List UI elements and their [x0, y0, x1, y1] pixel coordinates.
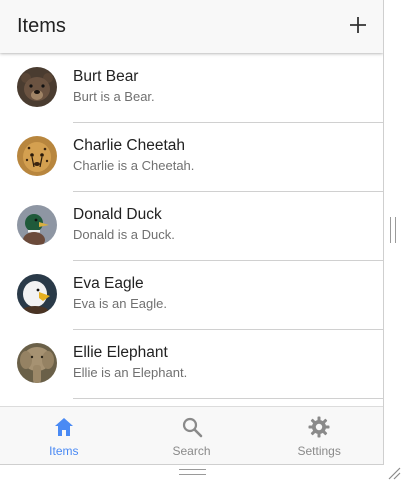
home-icon [54, 418, 73, 436]
item-name: Donald Duck [73, 206, 162, 223]
item-description: Ellie is an Elephant. [73, 365, 188, 380]
toolbar: Items [0, 0, 383, 53]
horizontal-resize-handle[interactable] [179, 469, 206, 475]
item-description: Burt is a Bear. [73, 89, 155, 104]
item-description: Charlie is a Cheetah. [73, 158, 195, 173]
item-description: Eva is an Eagle. [73, 296, 167, 311]
resize-corner-icon[interactable] [387, 466, 401, 480]
tab-items[interactable]: Items [0, 407, 128, 464]
divider [73, 398, 383, 399]
page-title: Items [17, 15, 66, 37]
list-item[interactable]: Eva Eagle Eva is an Eagle. [0, 261, 383, 330]
avatar-duck [17, 205, 57, 245]
app-window: Items Burt Bear Burt is a Bear. Charlie … [0, 0, 384, 465]
add-item-button[interactable] [345, 12, 371, 38]
item-name: Eva Eagle [73, 275, 144, 292]
avatar-cheetah [17, 136, 57, 176]
avatar-elephant [17, 343, 57, 383]
tab-label: Items [49, 444, 79, 458]
avatar-eagle [17, 274, 57, 314]
items-list: Burt Bear Burt is a Bear. Charlie Cheeta… [0, 54, 383, 406]
tab-label: Settings [297, 444, 341, 458]
tab-label: Search [172, 444, 211, 458]
item-name: Charlie Cheetah [73, 137, 186, 154]
item-description: Donald is a Duck. [73, 227, 175, 242]
tab-search[interactable]: Search [128, 407, 256, 464]
plus-icon [350, 17, 366, 33]
item-name: Burt Bear [73, 68, 139, 85]
list-item[interactable]: Burt Bear Burt is a Bear. [0, 54, 383, 123]
vertical-resize-handle[interactable] [390, 217, 396, 243]
tab-settings[interactable]: Settings [255, 407, 383, 464]
list-item[interactable]: Ellie Elephant Ellie is an Elephant. [0, 330, 383, 399]
search-icon [182, 417, 202, 438]
item-name: Ellie Elephant [73, 344, 168, 361]
tab-bar: Items Search Settings [0, 406, 383, 464]
avatar-bear [17, 67, 57, 107]
list-item[interactable]: Charlie Cheetah Charlie is a Cheetah. [0, 123, 383, 192]
list-item[interactable]: Donald Duck Donald is a Duck. [0, 192, 383, 261]
gear-icon [308, 416, 330, 438]
